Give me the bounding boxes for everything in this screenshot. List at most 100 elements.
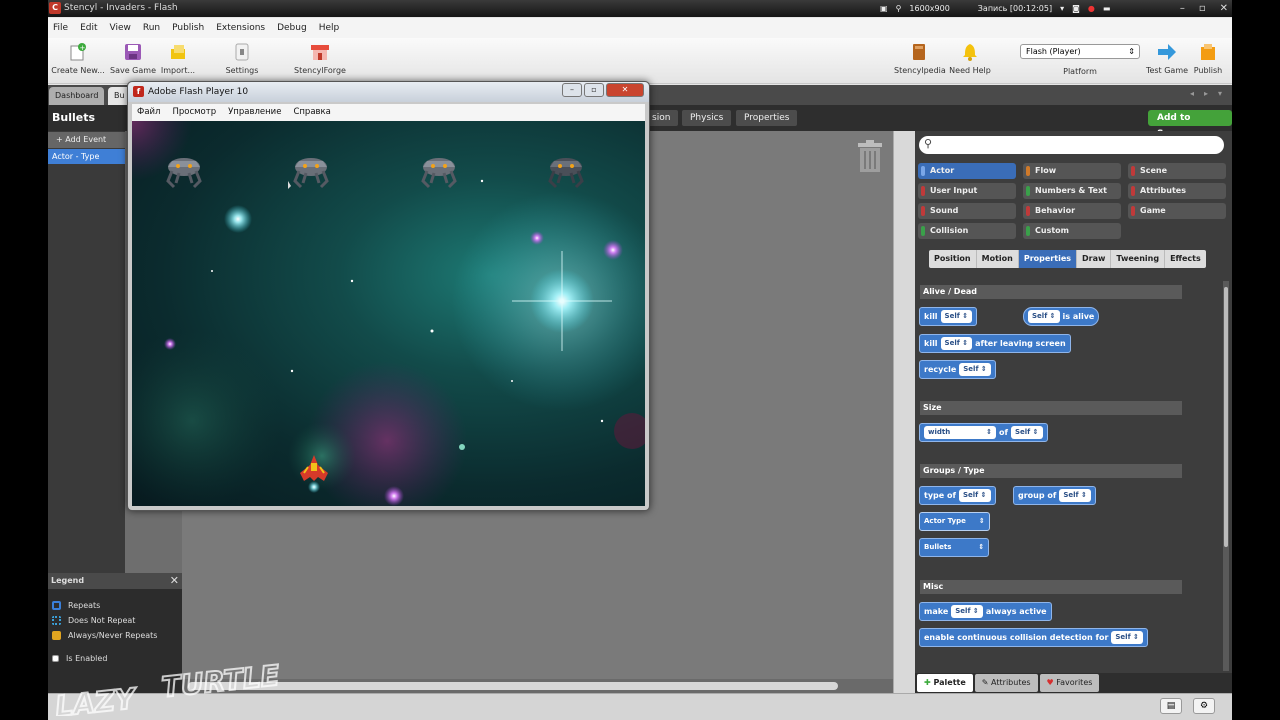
panel-divider[interactable] — [893, 131, 915, 693]
subtab-draw[interactable]: Draw — [1077, 250, 1112, 268]
menu-view[interactable]: View — [110, 18, 131, 38]
subtab-motion[interactable]: Motion — [977, 250, 1019, 268]
block-type-of[interactable]: type of Self ⇕ — [919, 486, 996, 505]
flash-menu-help[interactable]: Справка — [293, 104, 330, 121]
tab-physics[interactable]: Physics — [682, 110, 732, 126]
menu-file[interactable]: File — [53, 18, 68, 38]
trash-icon[interactable] — [856, 139, 884, 173]
need-help-button[interactable]: Need Help — [948, 42, 992, 75]
close-icon[interactable]: ✕ — [606, 83, 644, 97]
self-dropdown[interactable]: Self ⇕ — [940, 310, 973, 323]
block-bullets[interactable]: Bullets ⇕ — [919, 538, 990, 557]
tab-scroll-right-icon[interactable]: ▸ — [1204, 89, 1208, 98]
create-new-button[interactable]: + Create New... — [50, 42, 106, 75]
import-button[interactable]: Import... — [158, 42, 198, 75]
tab-palette[interactable]: ✚ Palette — [917, 674, 973, 692]
block-is-alive[interactable]: Self ⇕ is alive — [1023, 307, 1100, 326]
block-make-always-active[interactable]: make Self ⇕ always active — [919, 602, 1052, 621]
category-numbers-text[interactable]: Numbers & Text — [1023, 183, 1121, 199]
block-group-of[interactable]: group of Self ⇕ — [1013, 486, 1096, 505]
menu-edit[interactable]: Edit — [80, 18, 97, 38]
legend-close-icon[interactable]: ✕ — [170, 573, 179, 589]
settings-button[interactable]: Settings — [220, 42, 264, 75]
event-actor-type[interactable]: Actor - Type — [48, 149, 125, 164]
save-game-button[interactable]: Save Game — [110, 42, 156, 75]
self-dropdown[interactable]: Self ⇕ — [940, 337, 973, 350]
subtab-tweening[interactable]: Tweening — [1111, 250, 1166, 268]
menu-run[interactable]: Run — [143, 18, 160, 38]
test-game-button[interactable]: Test Game — [1144, 42, 1190, 75]
tab-scroll-left-icon[interactable]: ◂ — [1190, 89, 1194, 98]
camera-icon[interactable]: ◙ — [1072, 0, 1080, 17]
star — [459, 444, 465, 450]
gear-icon[interactable]: ⚙ — [1193, 698, 1215, 714]
block-enable-ccd[interactable]: enable continuous collision detection fo… — [919, 628, 1148, 647]
self-dropdown[interactable]: Self ⇕ — [959, 363, 991, 376]
self-dropdown[interactable]: Self ⇕ — [1059, 489, 1091, 502]
palette-scrollbar[interactable] — [1223, 281, 1229, 671]
category-actor[interactable]: Actor — [918, 163, 1016, 179]
console-icon[interactable]: ▤ — [1160, 698, 1182, 714]
menu-help[interactable]: Help — [319, 18, 340, 38]
tab-dashboard[interactable]: Dashboard — [49, 87, 105, 105]
platform-select[interactable]: Flash (Player) ⇕ — [1020, 44, 1140, 59]
self-dropdown[interactable]: Self ⇕ — [951, 605, 983, 618]
scrollbar-thumb[interactable] — [1224, 287, 1228, 547]
minimize-icon[interactable]: – — [1180, 0, 1185, 17]
subtab-position[interactable]: Position — [929, 250, 977, 268]
menu-icon[interactable]: ▬ — [1103, 0, 1111, 17]
category-label: Custom — [1035, 226, 1069, 235]
record-icon[interactable]: ● — [1088, 0, 1095, 17]
stencylforge-button[interactable]: StencylForge — [292, 42, 348, 75]
game-viewport[interactable] — [132, 121, 645, 506]
block-width-of[interactable]: width ⇕ of Self ⇕ — [919, 423, 1048, 442]
block-kill-after-leaving-screen[interactable]: kill Self ⇕ after leaving screen — [919, 334, 1071, 353]
category-user-input[interactable]: User Input — [918, 183, 1016, 199]
menu-debug[interactable]: Debug — [277, 18, 307, 38]
stencylpedia-button[interactable]: Stencylpedia — [894, 42, 946, 75]
tab-favorites[interactable]: ♥ Favorites — [1039, 674, 1100, 692]
tab-list-icon[interactable]: ▾ — [1218, 89, 1222, 98]
subtab-effects[interactable]: Effects — [1165, 250, 1206, 268]
category-custom[interactable]: Custom — [1023, 223, 1121, 239]
self-dropdown[interactable]: Self ⇕ — [1111, 631, 1143, 644]
block-recycle[interactable]: recycle Self ⇕ — [919, 360, 996, 379]
self-dropdown[interactable]: Self ⇕ — [958, 489, 991, 502]
add-to-scene-button[interactable]: Add to Scene — [1148, 110, 1232, 139]
publish-icon — [1198, 42, 1218, 62]
category-behavior[interactable]: Behavior — [1023, 203, 1121, 219]
block-actor-type[interactable]: Actor Type ⇕ — [919, 512, 990, 531]
self-dropdown[interactable]: Self ⇕ — [1010, 426, 1043, 439]
self-dropdown[interactable]: Self ⇕ — [1028, 310, 1060, 323]
maximize-icon[interactable]: ▫ — [1199, 0, 1206, 17]
menu-extensions[interactable]: Extensions — [216, 18, 265, 38]
section-misc: Misc — [920, 580, 1182, 594]
publish-button[interactable]: Publish — [1190, 42, 1226, 75]
flash-logo-icon: f — [133, 86, 144, 97]
flash-player-window[interactable]: f Adobe Flash Player 10 – ▫ ✕ Файл Просм… — [127, 81, 650, 511]
category-flow[interactable]: Flow — [1023, 163, 1121, 179]
tab-attributes[interactable]: ✎ Attributes — [974, 674, 1038, 692]
category-scene[interactable]: Scene — [1128, 163, 1226, 179]
block-text: enable continuous collision detection fo… — [924, 633, 1109, 642]
palette-search-input[interactable]: ⚲ — [919, 136, 1224, 154]
add-event-button[interactable]: + Add Event — [48, 132, 125, 148]
maximize-icon[interactable]: ▫ — [584, 83, 604, 97]
subtab-properties[interactable]: Properties — [1018, 250, 1077, 268]
category-game[interactable]: Game — [1128, 203, 1226, 219]
block-kill[interactable]: kill Self ⇕ — [919, 307, 978, 326]
width-dropdown[interactable]: width ⇕ — [924, 426, 996, 439]
category-attributes[interactable]: Attributes — [1128, 183, 1226, 199]
dropdown-icon[interactable]: ▾ — [1060, 0, 1064, 17]
flash-title-bar[interactable]: f Adobe Flash Player 10 – ▫ ✕ — [128, 82, 649, 102]
flash-menu-view[interactable]: Просмотр — [172, 104, 216, 121]
tab-properties[interactable]: Properties — [736, 110, 798, 126]
flash-menu-file[interactable]: Файл — [137, 104, 160, 121]
flash-menu-control[interactable]: Управление — [228, 104, 281, 121]
minimize-icon[interactable]: – — [562, 83, 582, 97]
close-icon[interactable]: ✕ — [1220, 0, 1228, 17]
nebula-green — [288, 422, 356, 490]
category-sound[interactable]: Sound — [918, 203, 1016, 219]
category-collision[interactable]: Collision — [918, 223, 1016, 239]
menu-publish[interactable]: Publish — [172, 18, 204, 38]
